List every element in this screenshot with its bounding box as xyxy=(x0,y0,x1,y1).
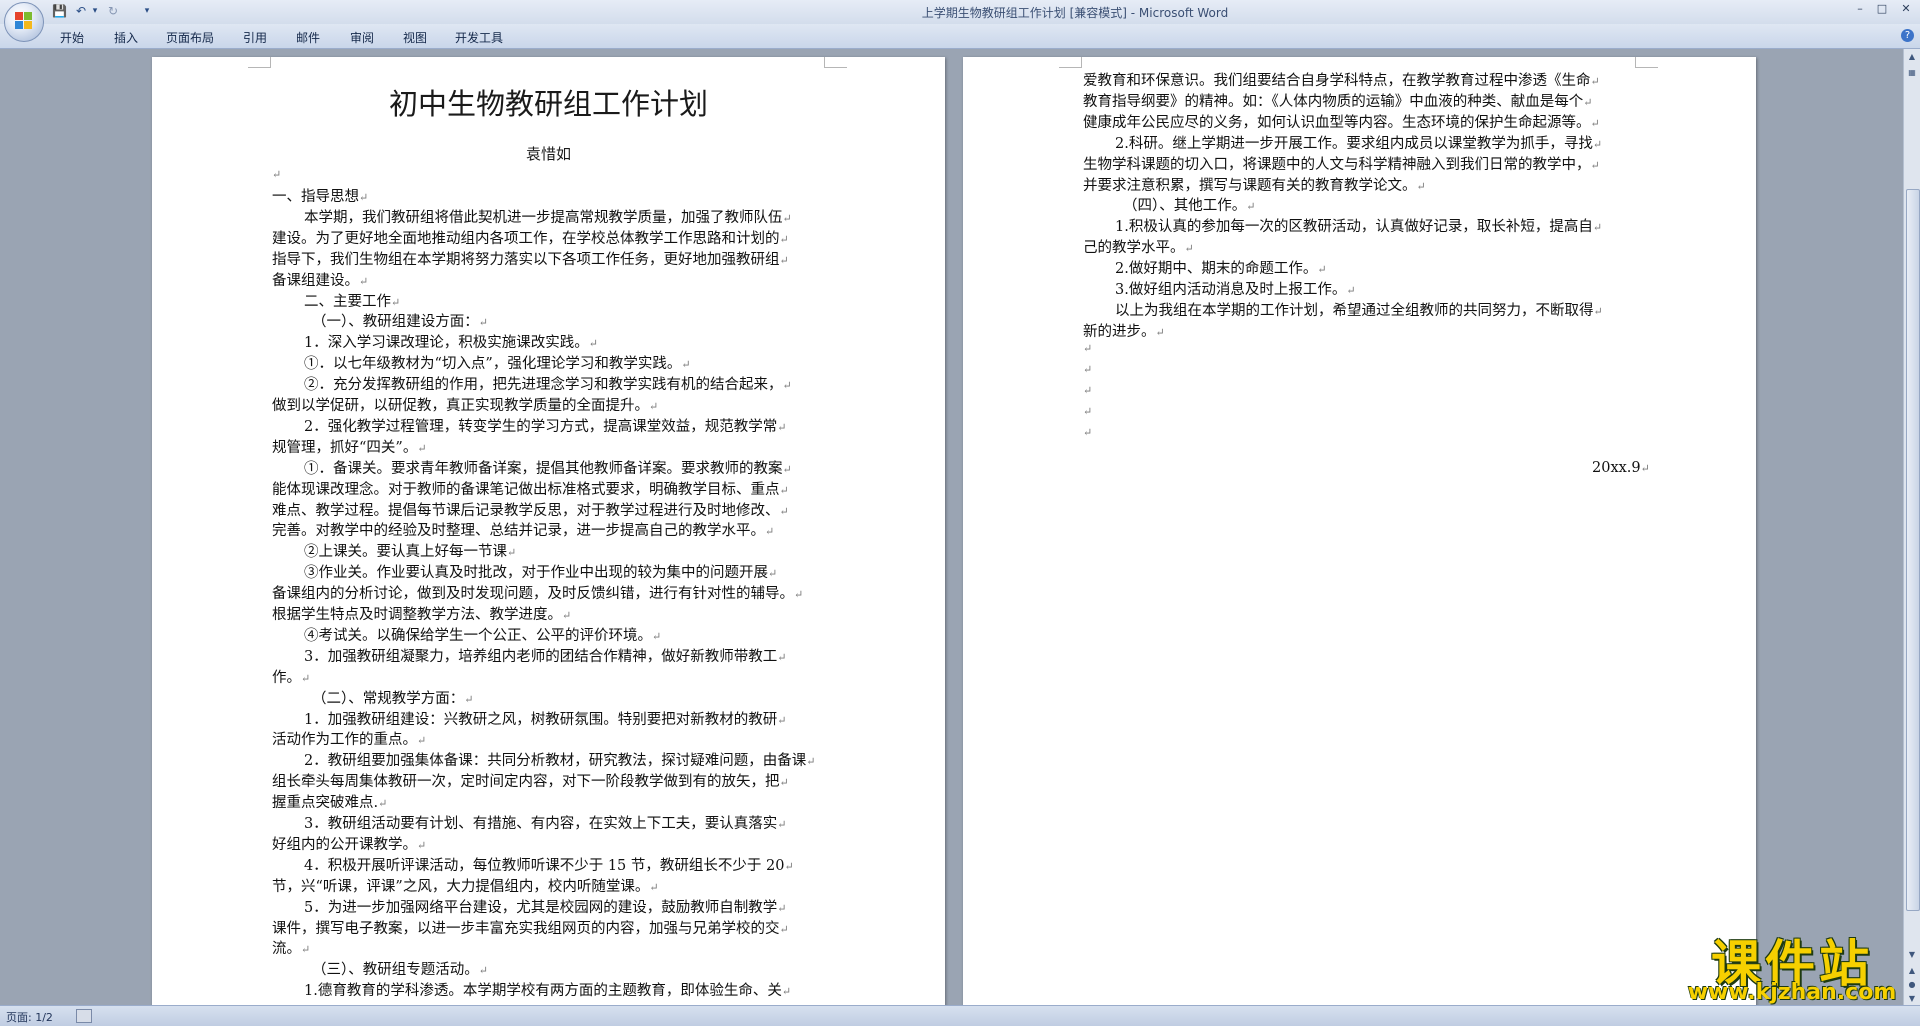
document-line: 教育指导纲要》的精神。如：《人体内物质的运输》中血液的种类、献血是每个↵ xyxy=(1083,93,1593,110)
document-line: 握重点突破难点.↵ xyxy=(272,795,388,812)
maximize-button[interactable]: □ xyxy=(1874,2,1890,16)
document-line: ①．备课关。要求青年教师备详案，提倡其他教师备详案。要求教师的教案↵ xyxy=(304,460,792,477)
document-line: 做到以学促研，以研促教，真正实现教学质量的全面提升。↵ xyxy=(272,398,659,414)
crop-mark xyxy=(1635,57,1658,68)
document-line: （一）、教研组建设方面：↵ xyxy=(312,314,488,331)
document-line: 健康成年公民应尽的义务，如何认识血型等内容。生态环境的保护生命起源等。↵ xyxy=(1083,114,1600,131)
page-indicator[interactable]: 页面: 1/2 xyxy=(6,1009,53,1025)
document-line: 2．强化教学过程管理，转变学生的学习方式，提高课堂效益，规范教学常↵ xyxy=(304,418,787,435)
document-line: ④考试关。以确保给学生一个公正、公平的评价环境。↵ xyxy=(304,627,662,644)
document-line: 建设。为了更好地全面地推动组内各项工作，在学校总体教学工作思路和计划的↵ xyxy=(272,230,789,247)
document-line: 并要求注意积累，撰写与课题有关的教育教学论文。↵ xyxy=(1083,177,1426,194)
document-line: 4．积极开展听评课活动，每位教师听课不少于 15 节，教研组长不少于 20↵ xyxy=(304,857,794,874)
document-workspace[interactable]: 初中生物教研组工作计划 袁惜如 一、指导思想↵ 本学期，我们教研组将借此契机进一步… xyxy=(0,49,1903,1005)
office-logo-icon xyxy=(15,12,33,30)
scroll-up-icon[interactable]: ▲ xyxy=(1906,51,1918,63)
document-line: 3．教研组活动要有计划、有措施、有内容，在实效上下工夫，要认真落实↵ xyxy=(304,816,787,832)
document-line: 本学期，我们教研组将借此契机进一步提高常规教学质量，加强了教师队伍↵ xyxy=(304,209,792,226)
document-line: ①．以七年级教材为“切入点”，强化理论学习和教学实践。↵ xyxy=(304,356,691,373)
watermark-url: www.kjzhan.com xyxy=(1687,980,1897,1005)
tab-page-layout[interactable]: 页面布局 xyxy=(166,29,214,46)
document-line: ②上课关。要认真上好每一节课↵ xyxy=(304,544,517,561)
title-bar: 💾 ↶ ▾ ↻ ▾ 上学期生物教研组工作计划 [兼容模式] - Microsof… xyxy=(0,0,1920,42)
document-date: 20xx.9↵ xyxy=(1592,460,1650,476)
document-line: （三）、教研组专题活动。↵ xyxy=(312,962,488,979)
document-line: 作。↵ xyxy=(272,669,311,686)
tab-insert[interactable]: 插入 xyxy=(114,29,138,46)
ribbon-tabs: 开始 插入 页面布局 引用 邮件 审阅 视图 开发工具 ? xyxy=(0,24,1920,49)
document-line: 二、主要工作↵ xyxy=(304,293,401,310)
document-line: 规管理，抓好“四关”。↵ xyxy=(272,439,427,456)
tab-references[interactable]: 引用 xyxy=(243,29,267,46)
document-line: 好组内的公开课教学。↵ xyxy=(272,836,427,853)
document-title: 初中生物教研组工作计划 xyxy=(388,87,708,121)
watermark-logo: 课件站 www.kjzhan.com xyxy=(1672,924,1912,1005)
office-button[interactable] xyxy=(4,2,44,42)
document-line: 2．教研组要加强集体备课：共同分析教材，研究教法，探讨疑难问题，由备课↵ xyxy=(304,753,816,770)
document-line: 备课组建设。↵ xyxy=(272,272,369,289)
crop-mark xyxy=(248,57,271,68)
document-line: 3．加强教研组凝聚力，培养组内老师的团结合作精神，做好新教师带教工↵ xyxy=(304,648,787,665)
document-line: 2.科研。继上学期进一步开展工作。要求组内成员以课堂教学为抓手，寻找↵ xyxy=(1115,135,1603,152)
tab-view[interactable]: 视图 xyxy=(403,29,427,46)
tab-developer[interactable]: 开发工具 xyxy=(455,29,503,46)
window-title: 上学期生物教研组工作计划 [兼容模式] - Microsoft Word xyxy=(921,6,1229,20)
document-line: 3.做好组内活动消息及时上报工作。↵ xyxy=(1115,282,1356,298)
document-line: 活动作为工作的重点。↵ xyxy=(272,732,427,749)
ruler-toggle-icon[interactable]: ▦ xyxy=(1906,67,1918,79)
document-line: 生物学科课题的切入口，将课题中的人文与科学精神融入到我们日常的教学中，↵ xyxy=(1083,156,1600,173)
document-line: 完善。对教学中的经验及时整理、总结并记录，进一步提高自己的教学水平。↵ xyxy=(272,523,775,540)
document-line: 以上为我组在本学期的工作计划，希望通过全组教师的共同努力，不断取得↵ xyxy=(1115,302,1603,319)
paragraph-mark: ↵ xyxy=(1083,405,1093,418)
document-line: 根据学生特点及时调整教学方法、教学进度。↵ xyxy=(272,607,572,623)
document-line: 备课组内的分析讨论，做到及时发现问题，及时反馈纠错，进行有针对性的辅导。↵ xyxy=(272,586,804,603)
document-line: 新的进步。↵ xyxy=(1083,323,1165,340)
document-line: 1.积极认真的参加每一次的区教研活动，认真做好记录，取长补短，提高自↵ xyxy=(1115,219,1603,236)
document-line: 5．为进一步加强网络平台建设，尤其是校园网的建设，鼓励教师自制教学↵ xyxy=(304,899,787,916)
close-button[interactable]: ✕ xyxy=(1898,2,1914,16)
document-page-2[interactable]: 爱教育和环保意识。我们组要结合自身学科特点，在教学教育过程中渗透《生命↵ 教育指导… xyxy=(963,57,1756,1005)
paragraph-mark: ↵ xyxy=(1083,363,1093,376)
document-line: 2.做好期中、期末的命题工作。↵ xyxy=(1115,261,1327,278)
document-line: 爱教育和环保意识。我们组要结合自身学科特点，在教学教育过程中渗透《生命↵ xyxy=(1083,73,1600,89)
paragraph-mark: ↵ xyxy=(1083,426,1093,439)
minimize-button[interactable]: – xyxy=(1852,2,1868,16)
scrollbar-thumb[interactable] xyxy=(1906,189,1920,911)
document-line: 1．深入学习课改理论，积极实施课改实践。↵ xyxy=(304,335,598,352)
document-line: 1.德育教育的学科渗透。本学期学校有两方面的主题教育，即体验生命、关↵ xyxy=(304,983,792,1000)
document-line: 课件，撰写电子教案，以进一步丰富充实我组网页的内容，加强与兄弟学校的交↵ xyxy=(272,920,789,937)
document-page-1[interactable]: 初中生物教研组工作计划 袁惜如 一、指导思想↵ 本学期，我们教研组将借此契机进一步… xyxy=(152,57,945,1005)
document-line: ②．充分发挥教研组的作用，把先进理念学习和教学实践有机的结合起来，↵ xyxy=(304,377,792,394)
crop-mark xyxy=(1059,57,1082,68)
document-line: （二）、常规教学方面：↵ xyxy=(312,690,474,707)
document-line: 己的教学水平。↵ xyxy=(1083,240,1194,257)
document-line: 能体现课改理念。对于教师的备课笔记做出标准格式要求，明确教学目标、重点↵ xyxy=(272,481,789,498)
status-bar: 页面: 1/2 xyxy=(0,1005,1920,1026)
document-line: 指导下，我们生物组在本学期将努力落实以下各项工作任务，更好地加强教研组↵ xyxy=(272,251,789,268)
document-author: 袁惜如 xyxy=(525,145,571,163)
macro-recording-icon[interactable] xyxy=(76,1009,92,1023)
tab-review[interactable]: 审阅 xyxy=(350,29,374,46)
document-line: （四）、其他工作。↵ xyxy=(1123,198,1256,215)
document-line: 一、指导思想↵ xyxy=(272,189,369,205)
tab-mailings[interactable]: 邮件 xyxy=(296,29,320,46)
paragraph-mark: ↵ xyxy=(272,168,282,181)
crop-mark xyxy=(824,57,847,68)
tab-home[interactable]: 开始 xyxy=(60,29,84,46)
document-line: 节，兴“听课，评课”之风，大力提倡组内，校内听随堂课。↵ xyxy=(272,878,659,895)
document-line: 1．加强教研组建设：兴教研之风，树教研氛围。特别要把对新教材的教研↵ xyxy=(304,711,787,728)
document-line: ③作业关。作业要认真及时批改，对于作业中出现的较为集中的问题开展↵ xyxy=(304,565,778,582)
vertical-scrollbar[interactable]: ▲ ▦ ▼ ▲ ● ▼ xyxy=(1903,49,1920,1005)
help-icon[interactable]: ? xyxy=(1901,29,1914,42)
paragraph-mark: ↵ xyxy=(1083,342,1093,355)
document-line: 流。↵ xyxy=(272,941,311,958)
paragraph-mark: ↵ xyxy=(1083,384,1093,397)
document-line: 难点、教学过程。提倡每节课后记录教学反思，对于教学过程进行及时地修改、↵ xyxy=(272,502,789,519)
document-line: 组长牵头每周集体教研一次，定时间定内容，对下一阶段教学做到有的放矢，把↵ xyxy=(272,774,789,791)
